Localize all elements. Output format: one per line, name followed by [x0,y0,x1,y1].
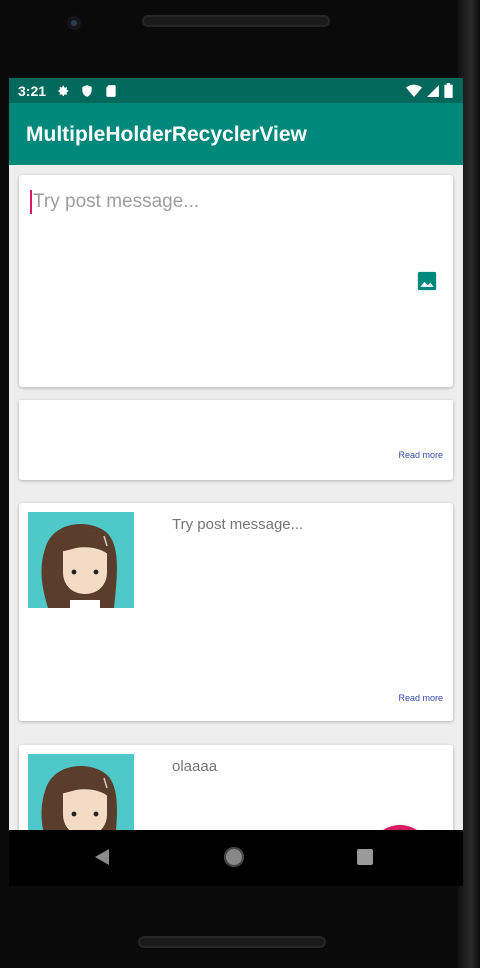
front-camera [64,13,84,33]
wifi-icon [406,84,422,97]
battery-icon [444,83,453,98]
status-time: 3:21 [18,82,47,99]
navigation-bar [9,830,463,886]
back-icon[interactable] [93,848,111,866]
text-cursor [30,190,32,214]
status-bar: 3:21 [9,78,463,103]
phone-screen: 3:21 MultipleHolderRecyclerView Try post… [9,78,463,830]
read-more-link[interactable]: Read more [398,450,443,460]
post-message: olaaaa [172,758,218,775]
post-card: Try post message... Read more [19,503,453,721]
home-icon[interactable] [224,847,244,867]
post-message: Try post message... [172,516,304,533]
image-icon[interactable] [417,271,437,291]
sd-card-icon [106,84,116,97]
bottom-speaker [138,936,326,948]
app-bar: MultipleHolderRecyclerView [9,103,463,165]
recycler-view[interactable]: Try post message... Read more Try post m… [9,165,463,830]
recents-icon[interactable] [357,849,373,865]
read-more-link[interactable]: Read more [398,693,443,703]
shield-icon [82,84,92,97]
app-title: MultipleHolderRecyclerView [26,123,307,146]
phone-device: 3:21 MultipleHolderRecyclerView Try post… [0,0,480,968]
settings-icon [58,85,69,96]
girl-avatar-image [41,765,117,830]
post-card: olaaaa [19,745,453,830]
status-right-icons [406,83,453,98]
avatar [28,754,134,830]
earpiece-speaker [142,15,330,27]
message-input[interactable]: Try post message... [33,191,199,213]
avatar [28,512,134,608]
girl-avatar-image [41,523,117,608]
post-card: Read more [19,400,453,480]
signal-icon [427,84,439,97]
composer-card: Try post message... [19,175,453,387]
